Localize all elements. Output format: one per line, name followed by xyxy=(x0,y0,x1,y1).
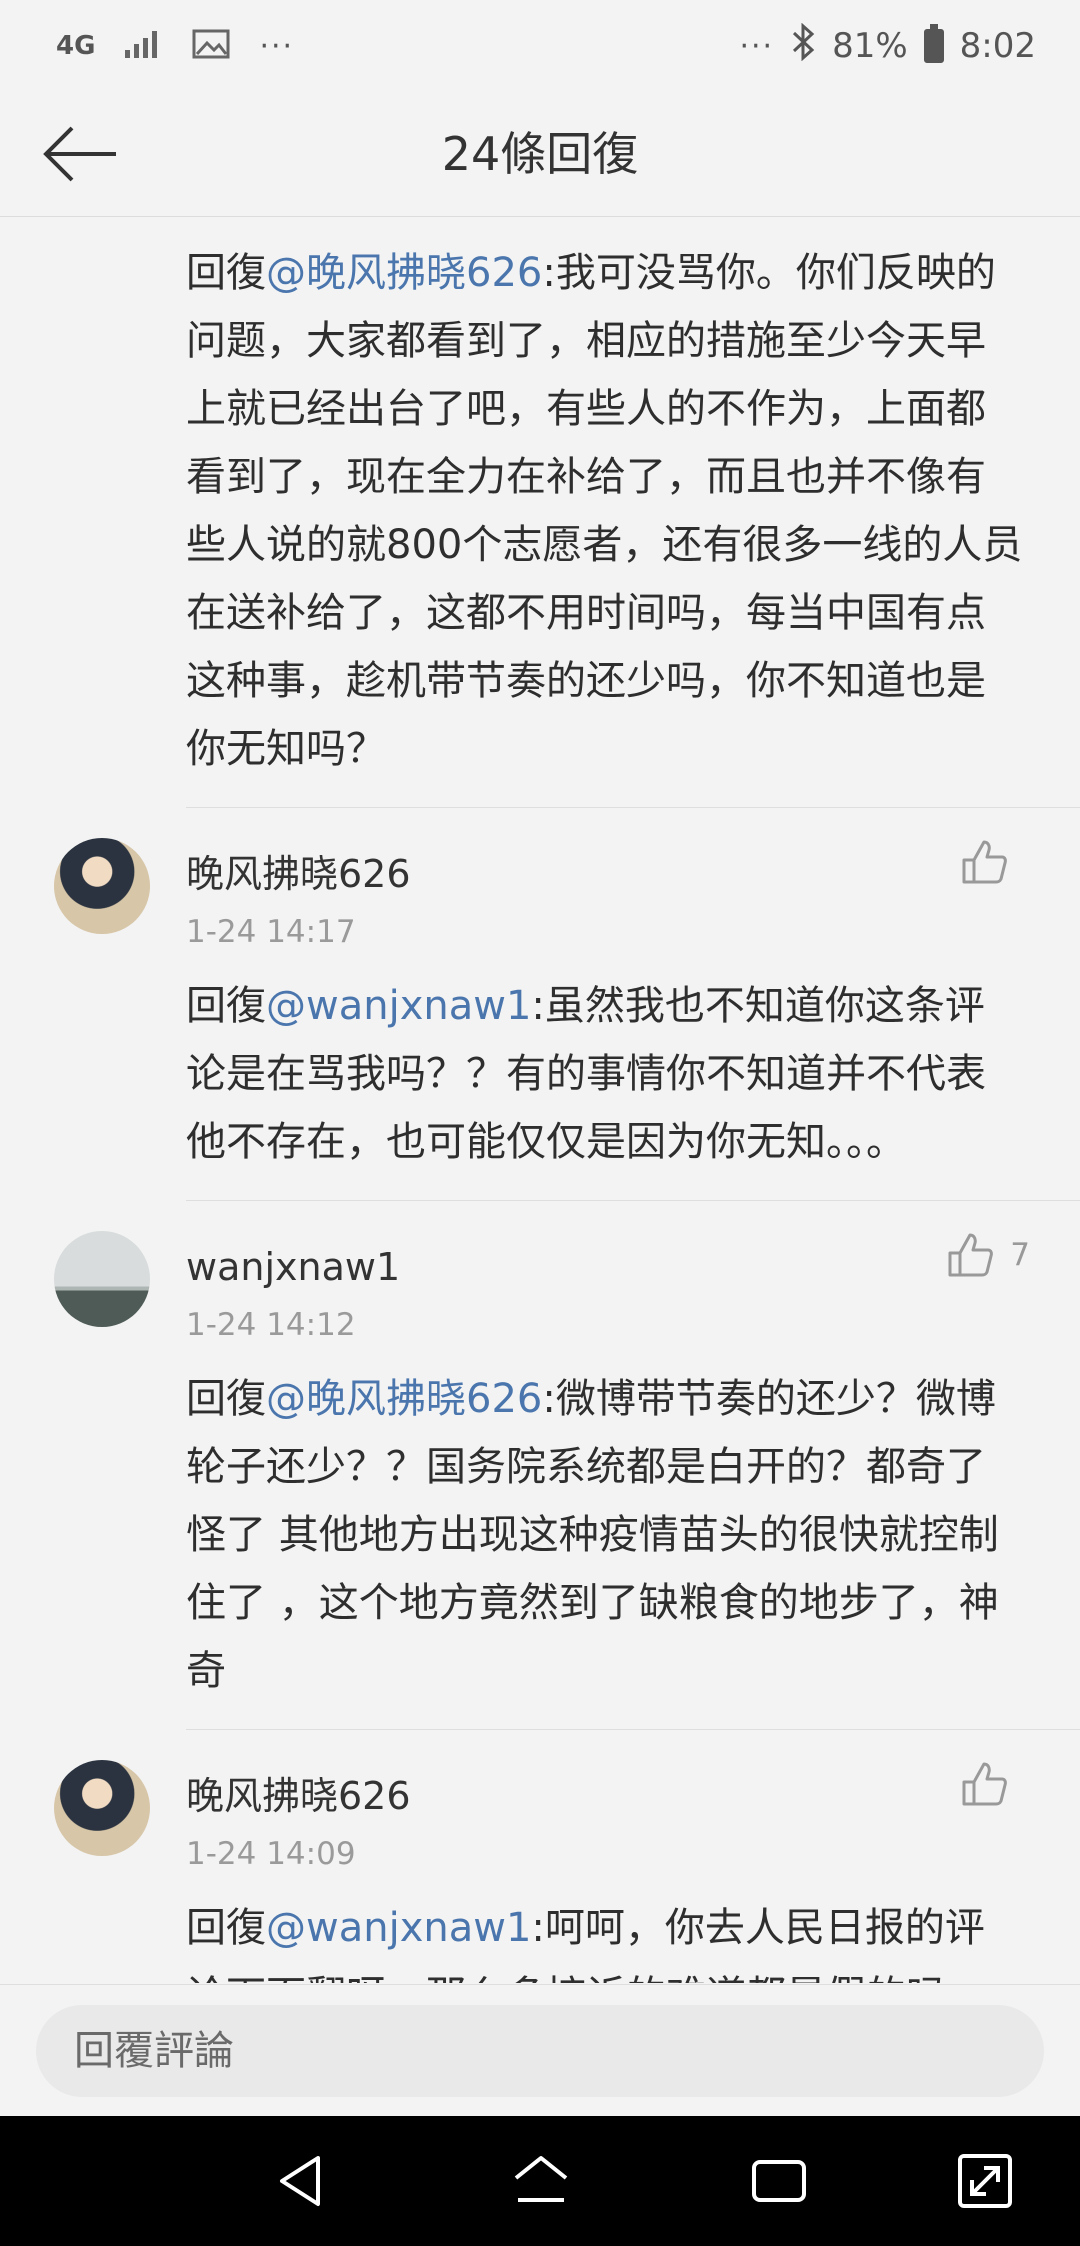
thumbs-up-icon xyxy=(962,840,1007,884)
reply-body: 回復@晚风拂晓626:我可没骂你。你们反映的问题，大家都看到了，相应的措施至少今… xyxy=(0,217,1080,783)
comment-item[interactable]: 晚风拂晓626 1-24 14:09 回復@wanjxnaw1:呵呵，你去人民日… xyxy=(0,1730,1080,1983)
bluetooth-icon xyxy=(790,22,816,70)
thumbs-up-icon xyxy=(962,1762,1007,1806)
nav-expand-button[interactable] xyxy=(952,2148,1018,2214)
comment-item[interactable]: 晚风拂晓626 1-24 14:17 回復@wanjxnaw1:虽然我也不知道你… xyxy=(0,808,1080,1200)
reply-text: 回復@wanjxnaw1:呵呵，你去人民日报的评论下面翻呀，那么多控诉的难道都是… xyxy=(186,1894,1024,1983)
author-name[interactable]: wanjxnaw1 xyxy=(186,1201,1024,1293)
reply-prefix: 回復 xyxy=(186,250,266,296)
back-triangle-icon xyxy=(280,2156,320,2206)
like-button[interactable] xyxy=(960,838,1024,886)
comment-time: 1-24 14:17 xyxy=(186,914,356,950)
mention-link[interactable]: @晚风拂晓626 xyxy=(266,250,542,296)
avatar[interactable] xyxy=(54,1231,150,1327)
reply-prefix: 回復 xyxy=(186,1376,266,1422)
reply-input[interactable]: 回覆評論 xyxy=(36,2005,1044,2097)
nav-recents-button[interactable] xyxy=(746,2148,812,2214)
status-bar: 4G ··· ··· 81% 8:02 xyxy=(0,0,1080,92)
page-title: 24條回復 xyxy=(441,127,639,181)
author-name[interactable]: 晚风拂晓626 xyxy=(186,1730,1024,1822)
battery-percent: 81% xyxy=(832,26,908,66)
avatar[interactable] xyxy=(54,1760,150,1856)
reply-content: :我可没骂你。你们反映的问题，大家都看到了，相应的措施至少今天早上就已经出台了吧… xyxy=(186,250,1023,772)
nav-home-button[interactable] xyxy=(508,2148,574,2214)
reply-text: 回復@晚风拂晓626:我可没骂你。你们反映的问题，大家都看到了，相应的措施至少今… xyxy=(186,239,1024,783)
image-icon xyxy=(191,28,231,64)
recents-icon xyxy=(752,2160,806,2202)
avatar[interactable] xyxy=(54,838,150,934)
mention-link[interactable]: @wanjxnaw1 xyxy=(266,983,531,1029)
author-name[interactable]: 晚风拂晓626 xyxy=(186,808,1024,900)
more-notifications-icon: ··· xyxy=(259,28,295,64)
clock: 8:02 xyxy=(959,26,1036,66)
comment-time: 1-24 14:12 xyxy=(186,1307,356,1343)
mention-link[interactable]: @wanjxnaw1 xyxy=(266,1905,531,1951)
like-button[interactable] xyxy=(960,1760,1024,1808)
expand-icon xyxy=(958,2154,1012,2208)
reply-content: :微博带节奏的还少？微博轮子还少？？国务院系统都是白开的？都奇了怪了 其他地方出… xyxy=(186,1376,999,1694)
reply-prefix: 回復 xyxy=(186,983,266,1029)
like-button[interactable]: 7 xyxy=(946,1231,1030,1279)
signal-icon xyxy=(123,28,163,64)
mention-link[interactable]: @晚风拂晓626 xyxy=(266,1376,542,1422)
reply-input-bar: 回覆評論 xyxy=(0,1984,1080,2117)
comment-item[interactable]: wanjxnaw1 1-24 14:12 7 回復@晚风拂晓626:微博带节奏的… xyxy=(0,1201,1080,1729)
comment-time: 1-24 14:09 xyxy=(186,1836,356,1872)
reply-text: 回復@wanjxnaw1:虽然我也不知道你这条评论是在骂我吗？？有的事情你不知道… xyxy=(186,972,1024,1200)
home-icon xyxy=(514,2156,568,2202)
reply-list[interactable]: 回復@晚风拂晓626:我可没骂你。你们反映的问题，大家都看到了，相应的措施至少今… xyxy=(0,217,1080,1983)
reply-text: 回復@晚风拂晓626:微博带节奏的还少？微博轮子还少？？国务院系统都是白开的？都… xyxy=(186,1365,1024,1729)
thumbs-up-icon xyxy=(948,1233,994,1277)
network-type: 4G xyxy=(56,31,96,61)
like-count: 7 xyxy=(1010,1237,1030,1273)
reply-prefix: 回復 xyxy=(186,1905,266,1951)
header: 24條回復 xyxy=(0,92,1080,217)
navigation-bar xyxy=(0,2116,1080,2246)
more-status-icon: ··· xyxy=(739,28,775,64)
battery-icon xyxy=(923,24,944,63)
nav-back-button[interactable] xyxy=(268,2148,334,2214)
